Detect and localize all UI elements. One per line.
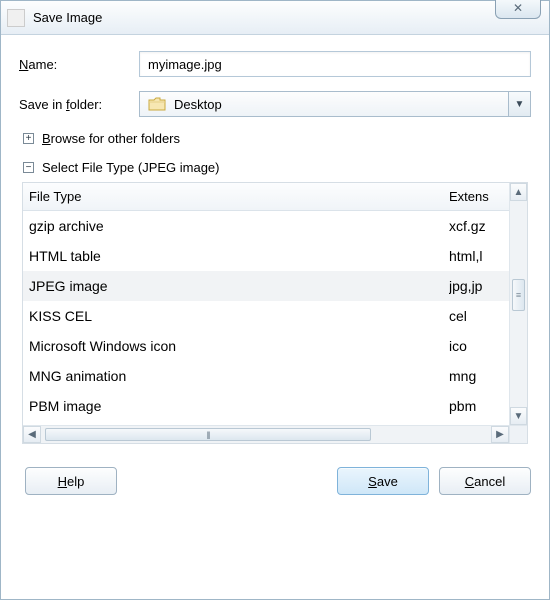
filetype-row[interactable]: HTML tablehtml,l (23, 241, 509, 271)
filetype-panel: File Type Extens gzip archivexcf.gzHTML … (21, 181, 529, 445)
name-label: Name: (19, 57, 139, 72)
cancel-button[interactable]: Cancel (439, 467, 531, 495)
scroll-left-button[interactable]: ◀ (23, 426, 41, 443)
filetype-name: Microsoft Windows icon (29, 338, 449, 354)
close-button[interactable]: ✕ (495, 0, 541, 19)
filetype-name: HTML table (29, 248, 449, 264)
filetype-list: File Type Extens gzip archivexcf.gzHTML … (22, 182, 528, 444)
dialog-content: Name: Save in folder: Desktop ▼ + (1, 35, 549, 509)
scroll-right-button[interactable]: ▶ (491, 426, 509, 443)
scroll-down-button[interactable]: ▼ (510, 407, 527, 425)
col-header-filetype[interactable]: File Type (29, 189, 449, 204)
name-row: Name: (19, 51, 531, 77)
horizontal-scroll-thumb[interactable] (45, 428, 371, 441)
scrollbar-corner (509, 425, 527, 443)
filetype-ext: html,l (449, 248, 509, 264)
folder-select[interactable]: Desktop ▼ (139, 91, 531, 117)
vertical-scroll-thumb[interactable] (512, 279, 525, 311)
button-row: Help Save Cancel (19, 467, 531, 495)
chevron-right-icon: ▶ (496, 429, 504, 440)
vertical-scrollbar[interactable]: ▲ ▼ (509, 183, 527, 425)
filetype-ext: cel (449, 308, 509, 324)
browse-expander[interactable]: + Browse for other folders (23, 131, 531, 146)
titlebar: Save Image ✕ (1, 1, 549, 35)
horizontal-scrollbar[interactable]: ◀ ▶ (23, 425, 509, 443)
filetype-section-label: Select File Type (JPEG image) (42, 160, 220, 175)
filetype-row[interactable]: MNG animationmng (23, 361, 509, 391)
col-header-extension[interactable]: Extens (449, 189, 509, 204)
close-icon: ✕ (513, 1, 523, 15)
save-button[interactable]: Save (337, 467, 429, 495)
save-image-dialog: Save Image ✕ Name: Save in folder: Deskt… (0, 0, 550, 600)
chevron-up-icon: ▲ (514, 187, 524, 198)
app-icon (7, 9, 25, 27)
minus-icon: − (23, 162, 34, 173)
filetype-scroll-area: File Type Extens gzip archivexcf.gzHTML … (23, 183, 509, 427)
horizontal-scroll-track[interactable] (41, 426, 491, 443)
filetype-name: KISS CEL (29, 308, 449, 324)
filetype-name: MNG animation (29, 368, 449, 384)
browse-label: Browse for other folders (42, 131, 180, 146)
filetype-row[interactable]: KISS CELcel (23, 301, 509, 331)
help-button[interactable]: Help (25, 467, 117, 495)
folder-dropdown-button[interactable]: ▼ (508, 92, 530, 116)
filetype-ext: xcf.gz (449, 218, 509, 234)
filetype-name: PBM image (29, 398, 449, 414)
chevron-down-icon: ▼ (515, 99, 525, 110)
folder-icon (148, 97, 166, 111)
filetype-row[interactable]: PBM imagepbm (23, 391, 509, 421)
plus-icon: + (23, 133, 34, 144)
filetype-expander[interactable]: − Select File Type (JPEG image) (23, 160, 531, 175)
filetype-row[interactable]: Microsoft Windows iconico (23, 331, 509, 361)
filetype-ext: ico (449, 338, 509, 354)
filetype-name: gzip archive (29, 218, 449, 234)
filename-input[interactable] (139, 51, 531, 77)
filetype-ext: pbm (449, 398, 509, 414)
filetype-row[interactable]: gzip archivexcf.gz (23, 211, 509, 241)
chevron-left-icon: ◀ (28, 429, 36, 440)
filetype-header: File Type Extens (23, 183, 509, 211)
filetype-row[interactable]: JPEG imagejpg,jp (23, 271, 509, 301)
filetype-ext: jpg,jp (449, 278, 509, 294)
window-title: Save Image (33, 10, 102, 25)
chevron-down-icon: ▼ (514, 411, 524, 422)
filetype-name: JPEG image (29, 278, 449, 294)
filetype-ext: mng (449, 368, 509, 384)
folder-label: Save in folder: (19, 97, 139, 112)
folder-row: Save in folder: Desktop ▼ (19, 91, 531, 117)
scroll-up-button[interactable]: ▲ (510, 183, 527, 201)
folder-value: Desktop (174, 97, 508, 112)
